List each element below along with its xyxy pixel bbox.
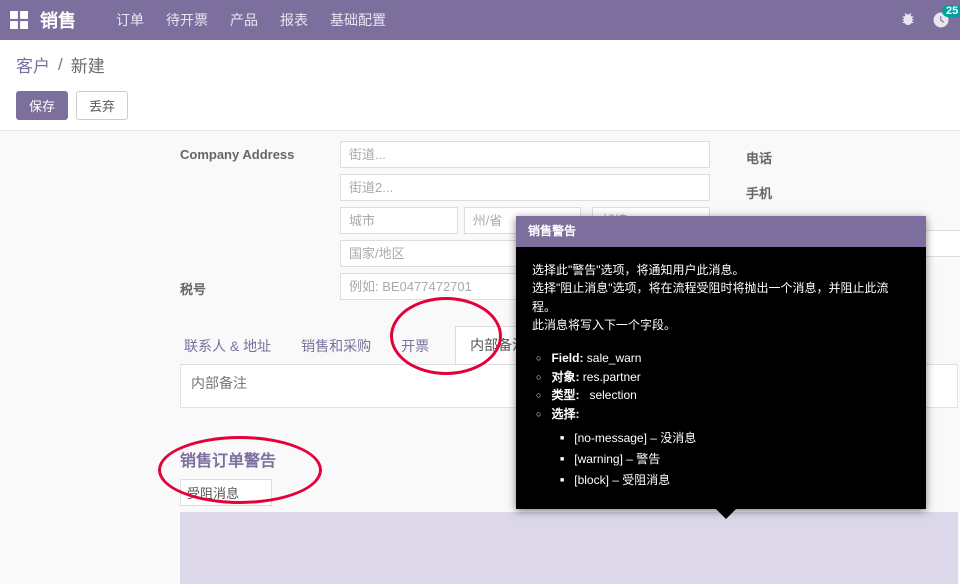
notification-badge: 25 — [942, 5, 960, 17]
street2-input[interactable] — [340, 174, 710, 201]
company-address-label: Company Address — [180, 141, 340, 267]
tab-sales[interactable]: 销售和采购 — [297, 328, 375, 364]
apps-icon[interactable] — [10, 11, 28, 29]
nav-item-orders[interactable]: 订单 — [116, 10, 144, 30]
breadcrumb-sep: / — [58, 55, 63, 75]
debug-icon[interactable] — [900, 11, 916, 30]
tab-contacts[interactable]: 联系人 & 地址 — [180, 328, 275, 364]
mobile-label: 手机 — [746, 183, 780, 202]
save-button[interactable]: 保存 — [16, 91, 68, 120]
tooltip-type: 类型: selection — [536, 386, 910, 405]
tooltip-opt: [no-message] – 没消息 — [560, 429, 910, 448]
tooltip-object: 对象: res.partner — [536, 368, 910, 387]
tooltip-arrow — [716, 509, 736, 519]
breadcrumb: 客户 / 新建 — [0, 40, 960, 81]
nav-items: 订单 待开票 产品 报表 基础配置 — [116, 10, 386, 30]
action-bar: 保存 丢弃 — [0, 81, 960, 131]
sale-warn-select[interactable]: 受阻消息 — [180, 479, 272, 506]
clock-icon[interactable]: 25 — [932, 11, 950, 29]
street-input[interactable] — [340, 141, 710, 168]
tooltip-opt: [warning] – 警告 — [560, 450, 910, 469]
tooltip-field: Field: sale_warn — [536, 349, 910, 368]
nav-item-config[interactable]: 基础配置 — [330, 10, 386, 30]
phone-label: 电话 — [746, 148, 780, 167]
tab-invoicing[interactable]: 开票 — [397, 328, 433, 364]
tooltip-selection: 选择: [no-message] – 没消息 [warning] – 警告 [b… — [536, 405, 910, 489]
city-input[interactable] — [340, 207, 458, 234]
discard-button[interactable]: 丢弃 — [76, 91, 128, 120]
sale-warn-message-textarea[interactable] — [180, 512, 958, 584]
breadcrumb-current: 新建 — [71, 52, 105, 77]
vat-label: 税号 — [180, 273, 340, 300]
brand-label: 销售 — [40, 7, 76, 33]
nav-item-reports[interactable]: 报表 — [280, 10, 308, 30]
field-tooltip: 销售警告 选择此"警告"选项，将通知用户此消息。 选择"阻止消息"选项，将在流程… — [516, 216, 926, 509]
tooltip-opt: [block] – 受阻消息 — [560, 471, 910, 490]
top-nav: 销售 订单 待开票 产品 报表 基础配置 25 — [0, 0, 960, 40]
breadcrumb-root[interactable]: 客户 — [16, 52, 50, 77]
nav-item-products[interactable]: 产品 — [230, 10, 258, 30]
tooltip-header: 销售警告 — [516, 216, 926, 247]
nav-item-to-invoice[interactable]: 待开票 — [166, 10, 208, 30]
tooltip-description: 选择此"警告"选项，将通知用户此消息。 选择"阻止消息"选项，将在流程受阻时将抛… — [532, 261, 910, 335]
